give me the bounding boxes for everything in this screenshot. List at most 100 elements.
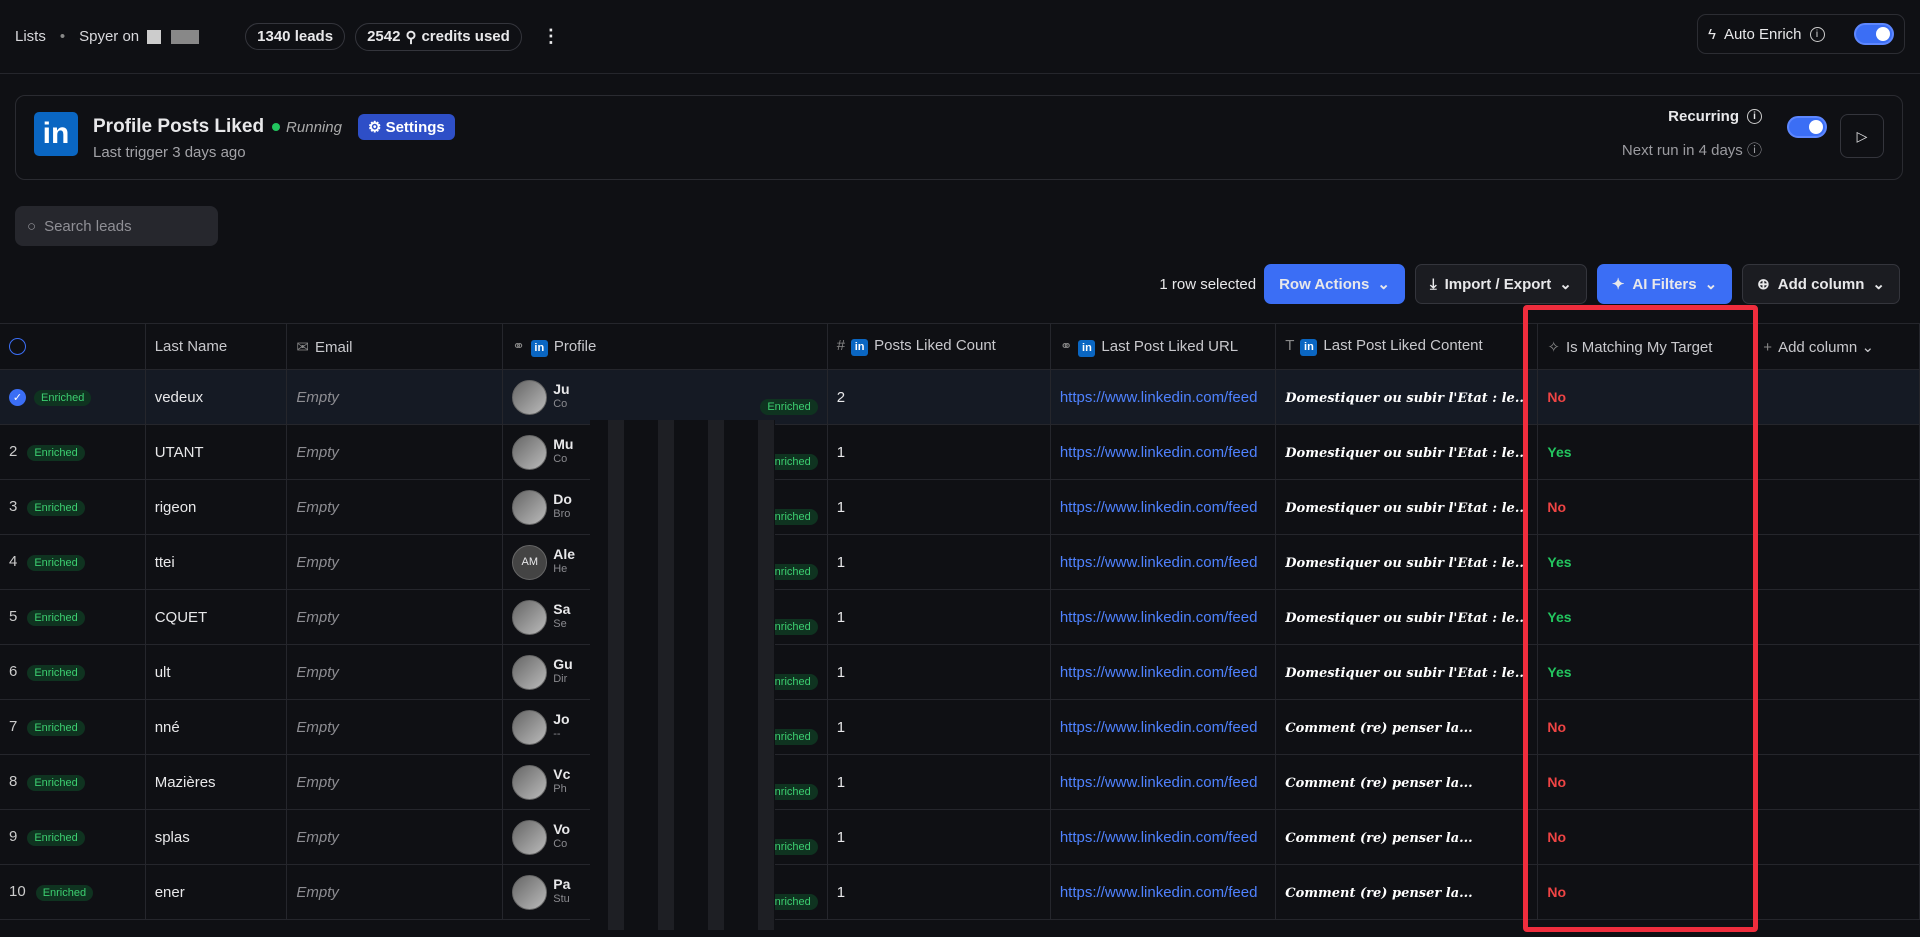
last-name-cell[interactable]: UTANT [145, 424, 288, 480]
email-cell[interactable]: Empty [286, 699, 504, 755]
table-row[interactable]: 6 Enriched ult Empty Gu Dir Enriched 1 http… [0, 644, 1920, 700]
matching-cell[interactable]: No [1537, 809, 1755, 865]
table-row[interactable]: 3 Enriched rigeon Empty Do Bro Enriched 1 h… [0, 479, 1920, 535]
url-cell[interactable]: https://www.linkedin.com/feed [1050, 424, 1277, 480]
col-last-name[interactable]: Last Name [145, 323, 288, 370]
email-cell[interactable]: Empty [286, 479, 504, 535]
ai-filters-button[interactable]: ✦ AI Filters ⌄ [1596, 264, 1733, 304]
email-cell[interactable]: Empty [286, 644, 504, 700]
posts-liked-cell[interactable]: 1 [827, 534, 1051, 590]
posts-liked-cell[interactable]: 1 [827, 809, 1051, 865]
posts-liked-cell[interactable]: 2 [827, 369, 1051, 425]
url-cell[interactable]: https://www.linkedin.com/feed [1050, 369, 1277, 425]
posts-liked-cell[interactable]: 1 [827, 754, 1051, 810]
col-profile[interactable]: ⚭ in Profile [502, 323, 828, 370]
row-actions-button[interactable]: Row Actions ⌄ [1264, 264, 1405, 304]
select-all-checkbox[interactable] [0, 323, 146, 370]
table-row[interactable]: 2 Enriched UTANT Empty Mu Co Enriched 1 htt… [0, 424, 1920, 480]
row-select-cell[interactable]: 8 Enriched [0, 754, 146, 810]
row-select-cell[interactable]: 2 Enriched [0, 424, 146, 480]
posts-liked-cell[interactable]: 1 [827, 424, 1051, 480]
matching-cell[interactable]: Yes [1537, 534, 1755, 590]
last-name-cell[interactable]: rigeon [145, 479, 288, 535]
table-row[interactable]: 7 Enriched nné Empty Jo -- Enriched 1 https… [0, 699, 1920, 755]
content-cell[interactable]: Comment (re) penser la... [1275, 809, 1539, 865]
matching-cell[interactable]: No [1537, 369, 1755, 425]
col-posts-liked[interactable]: # in Posts Liked Count [827, 323, 1051, 370]
row-select-cell[interactable]: 4 Enriched [0, 534, 146, 590]
col-last-post-url[interactable]: ⚭ in Last Post Liked URL [1050, 323, 1277, 370]
url-cell[interactable]: https://www.linkedin.com/feed [1050, 699, 1277, 755]
last-name-cell[interactable]: ener [145, 864, 288, 920]
row-select-cell[interactable]: ✓ Enriched [0, 369, 146, 425]
col-add-column[interactable]: + Add column ⌄ [1753, 323, 1920, 370]
add-column-button[interactable]: ⊕ Add column ⌄ [1742, 264, 1900, 304]
matching-cell[interactable]: Yes [1537, 424, 1755, 480]
url-cell[interactable]: https://www.linkedin.com/feed [1050, 809, 1277, 865]
table-row[interactable]: 4 Enriched ttei Empty AM Ale He Enriched 1 h… [0, 534, 1920, 590]
checked-icon[interactable]: ✓ [9, 388, 26, 406]
content-cell[interactable]: Domestiquer ou subir l'Etat : le... [1275, 369, 1539, 425]
post-url-link[interactable]: https://www.linkedin.com/feed [1060, 664, 1258, 681]
post-url-link[interactable]: https://www.linkedin.com/feed [1060, 444, 1258, 461]
posts-liked-cell[interactable]: 1 [827, 479, 1051, 535]
posts-liked-cell[interactable]: 1 [827, 589, 1051, 645]
post-url-link[interactable]: https://www.linkedin.com/feed [1060, 829, 1258, 846]
table-row[interactable]: 9 Enriched splas Empty Vo Co Enriched 1 htt… [0, 809, 1920, 865]
last-name-cell[interactable]: ult [145, 644, 288, 700]
post-url-link[interactable]: https://www.linkedin.com/feed [1060, 774, 1258, 791]
last-name-cell[interactable]: CQUET [145, 589, 288, 645]
play-button[interactable]: ▷ [1840, 114, 1884, 158]
url-cell[interactable]: https://www.linkedin.com/feed [1050, 644, 1277, 700]
row-select-cell[interactable]: 9 Enriched [0, 809, 146, 865]
post-url-link[interactable]: https://www.linkedin.com/feed [1060, 609, 1258, 626]
content-cell[interactable]: Domestiquer ou subir l'Etat : le... [1275, 589, 1539, 645]
content-cell[interactable]: Comment (re) penser la... [1275, 699, 1539, 755]
col-email[interactable]: ✉ Email [286, 323, 504, 370]
content-cell[interactable]: Domestiquer ou subir l'Etat : le... [1275, 534, 1539, 590]
matching-cell[interactable]: No [1537, 479, 1755, 535]
email-cell[interactable]: Empty [286, 864, 504, 920]
auto-enrich-toggle[interactable] [1854, 23, 1894, 45]
email-cell[interactable]: Empty [286, 369, 504, 425]
post-url-link[interactable]: https://www.linkedin.com/feed [1060, 499, 1258, 516]
col-matching[interactable]: ✧ Is Matching My Target [1537, 323, 1755, 370]
email-cell[interactable]: Empty [286, 809, 504, 865]
row-select-cell[interactable]: 6 Enriched [0, 644, 146, 700]
email-cell[interactable]: Empty [286, 534, 504, 590]
col-last-post-content[interactable]: Tin Last Post Liked Content [1275, 323, 1539, 370]
last-name-cell[interactable]: vedeux [145, 369, 288, 425]
content-cell[interactable]: Comment (re) penser la... [1275, 754, 1539, 810]
content-cell[interactable]: Comment (re) penser la... [1275, 864, 1539, 920]
import-export-button[interactable]: ⤓ Import / Export ⌄ [1414, 264, 1587, 304]
search-input[interactable]: Search leads [44, 218, 132, 235]
more-menu-icon[interactable]: ⋮ [542, 26, 560, 47]
last-name-cell[interactable]: Mazières [145, 754, 288, 810]
profile-cell[interactable]: Ju Co Enriched [502, 369, 828, 425]
posts-liked-cell[interactable]: 1 [827, 644, 1051, 700]
url-cell[interactable]: https://www.linkedin.com/feed [1050, 534, 1277, 590]
posts-liked-cell[interactable]: 1 [827, 864, 1051, 920]
info-icon[interactable]: i [1747, 109, 1762, 124]
last-name-cell[interactable]: nné [145, 699, 288, 755]
url-cell[interactable]: https://www.linkedin.com/feed [1050, 864, 1277, 920]
matching-cell[interactable]: No [1537, 864, 1755, 920]
table-row[interactable]: 10 Enriched ener Empty Pa Stu Enriched 1 ht… [0, 864, 1920, 920]
post-url-link[interactable]: https://www.linkedin.com/feed [1060, 554, 1258, 571]
matching-cell[interactable]: Yes [1537, 644, 1755, 700]
email-cell[interactable]: Empty [286, 589, 504, 645]
posts-liked-cell[interactable]: 1 [827, 699, 1051, 755]
content-cell[interactable]: Domestiquer ou subir l'Etat : le... [1275, 644, 1539, 700]
url-cell[interactable]: https://www.linkedin.com/feed [1050, 589, 1277, 645]
email-cell[interactable]: Empty [286, 424, 504, 480]
matching-cell[interactable]: No [1537, 754, 1755, 810]
help-icon[interactable]: ⓘ [1747, 142, 1762, 159]
row-select-cell[interactable]: 5 Enriched [0, 589, 146, 645]
settings-button[interactable]: ⚙ Settings [357, 114, 455, 140]
content-cell[interactable]: Domestiquer ou subir l'Etat : le... [1275, 424, 1539, 480]
matching-cell[interactable]: No [1537, 699, 1755, 755]
last-name-cell[interactable]: ttei [145, 534, 288, 590]
email-cell[interactable]: Empty [286, 754, 504, 810]
search-box[interactable]: ○ Search leads [15, 206, 218, 246]
post-url-link[interactable]: https://www.linkedin.com/feed [1060, 719, 1258, 736]
